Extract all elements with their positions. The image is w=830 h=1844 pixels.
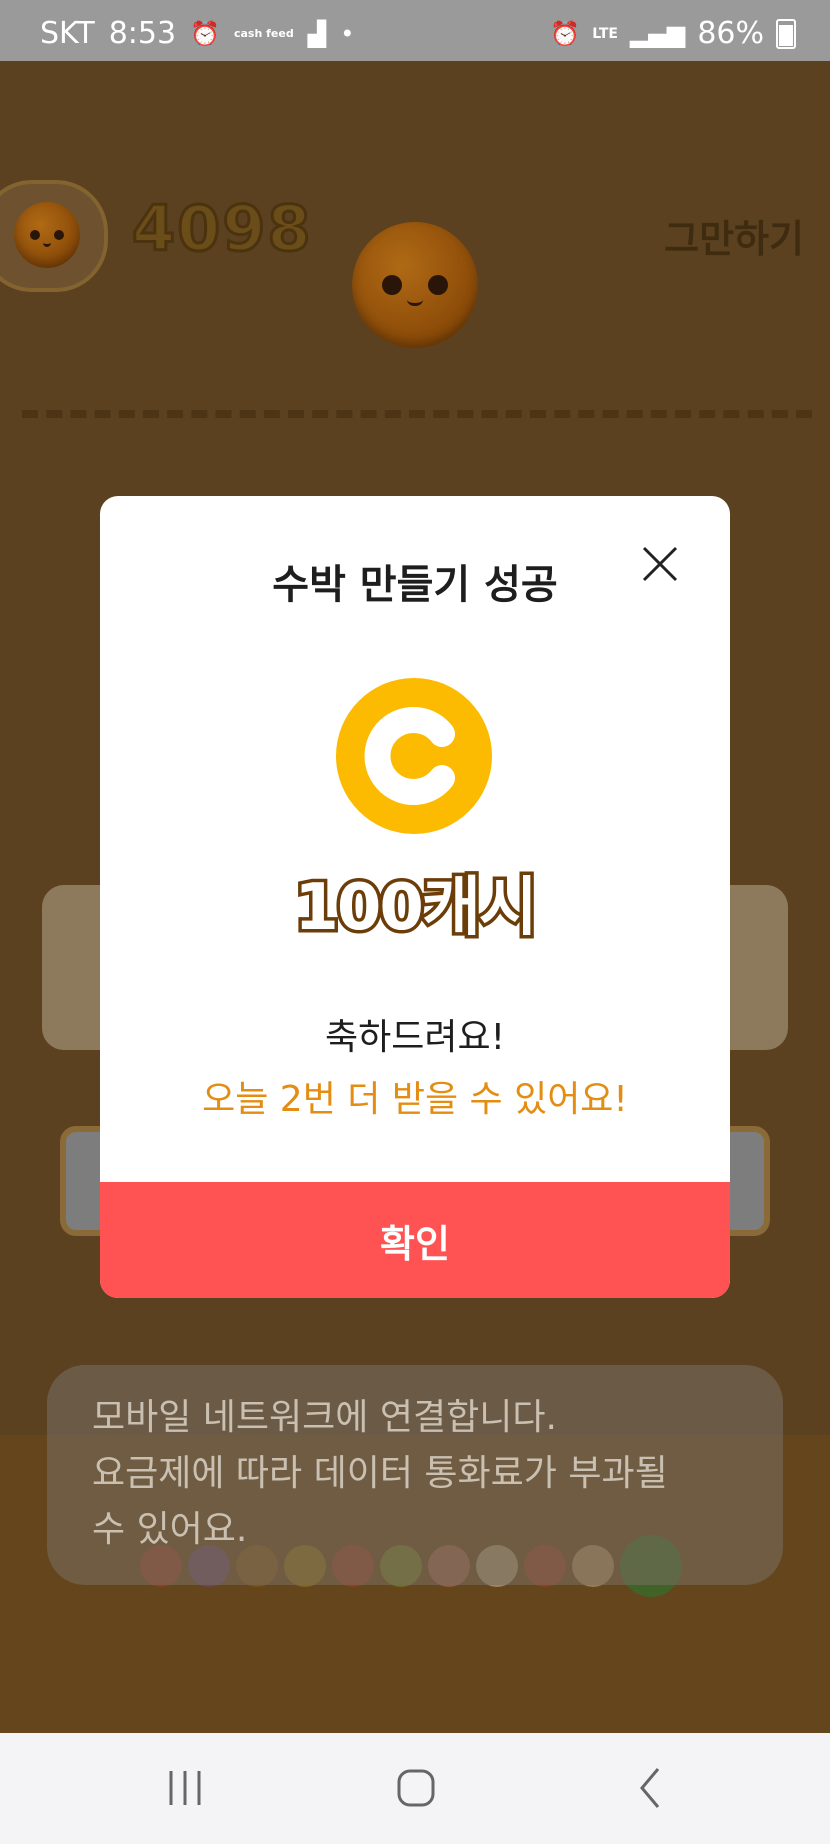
navigation-bar [0, 1733, 830, 1844]
toast-line: 모바일 네트워크에 연결합니다. [92, 1397, 557, 1438]
status-bar: SKT 8:53 ⏰ cash feed ▟ • ⏰ LTE ▂▄▆ 86% [0, 0, 830, 61]
current-fruit-icon [352, 222, 478, 348]
home-icon[interactable] [386, 1763, 446, 1813]
confirm-button[interactable]: 확인 [100, 1182, 730, 1298]
next-fruit-icon [14, 202, 80, 268]
limit-line [22, 410, 812, 418]
time-label: 8:53 [108, 16, 177, 51]
carrier-label: SKT [40, 16, 95, 51]
network-label: LTE [592, 25, 618, 42]
battery-label: 86% [697, 16, 764, 51]
cashfeed-icon: cash feed [233, 26, 294, 40]
signal-icon: ▂▄▆ [629, 19, 686, 48]
success-modal: 수박 만들기 성공 100캐시 축하드려요! 오늘 2번 더 받을 수 있어요!… [100, 496, 730, 1298]
score-label: 4098 [131, 191, 313, 267]
app-icon: ▟ [307, 19, 327, 48]
battery-icon [776, 18, 796, 49]
modal-title: 수박 만들기 성공 [272, 562, 558, 608]
dot-icon: • [340, 19, 355, 48]
stop-game-button[interactable]: 그만하기 [664, 208, 804, 263]
alarm-icon: ⏰ [550, 19, 581, 48]
reward-amount: 100캐시 [291, 868, 541, 949]
back-icon[interactable] [620, 1763, 680, 1813]
cash-coin-icon [336, 678, 492, 834]
congrats-text: 축하드려요! [324, 1017, 506, 1058]
remaining-chances-text: 오늘 2번 더 받을 수 있어요! [202, 1079, 628, 1120]
next-fruit-pill [0, 180, 108, 292]
recent-apps-icon[interactable] [155, 1763, 215, 1813]
network-toast-text: 모바일 네트워크에 연결합니다. 요금제에 따라 데이터 통화료가 부과될 수 … [92, 1390, 732, 1558]
close-icon[interactable] [640, 544, 680, 584]
alarm-icon: ⏰ [190, 19, 220, 48]
toast-line: 요금제에 따라 데이터 통화료가 부과될 [92, 1453, 668, 1494]
toast-line: 수 있어요. [92, 1509, 248, 1550]
